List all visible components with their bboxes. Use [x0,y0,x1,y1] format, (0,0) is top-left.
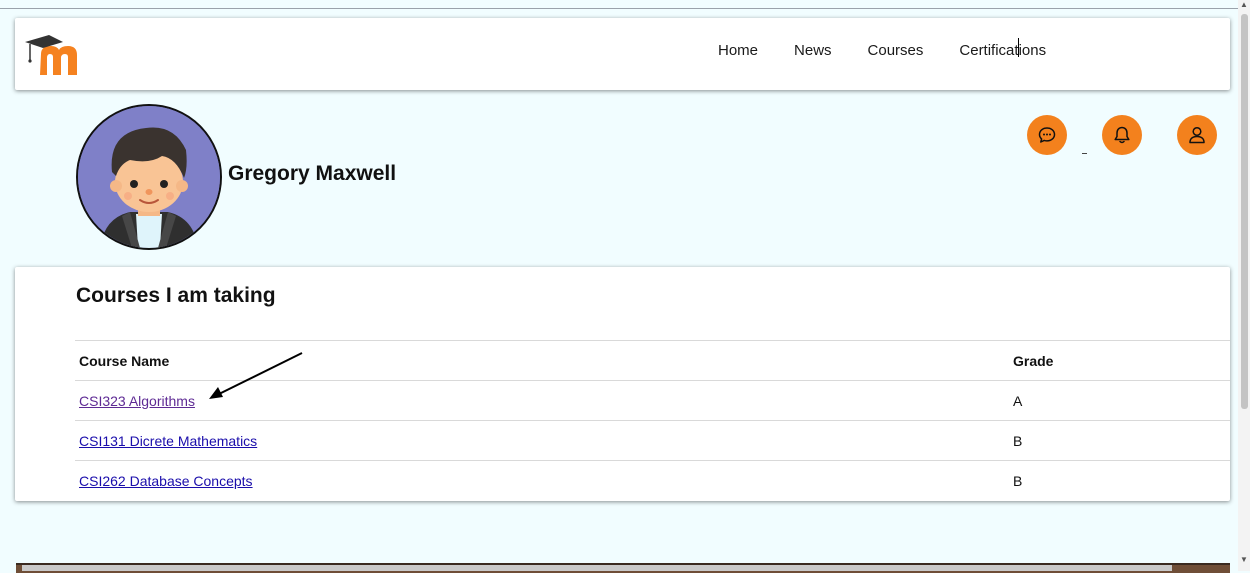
course-name-cell: CSI131 Dicrete Mathematics [75,420,1009,461]
bell-icon [1114,126,1130,144]
avatar [76,104,222,250]
scroll-up-arrow-icon[interactable]: ▲ [1240,1,1248,9]
course-link[interactable]: CSI323 Algorithms [79,393,195,409]
notifications-button[interactable] [1102,115,1142,155]
grade-cell: B [1009,460,1230,500]
window-top-border [0,8,1240,9]
nav-courses-link[interactable]: Courses [868,42,924,59]
horizontal-scrollbar[interactable] [22,565,1172,571]
nav-home-link[interactable]: Home [718,42,758,59]
grade-cell: B [1009,420,1230,461]
course-link[interactable]: CSI131 Dicrete Mathematics [79,433,257,449]
course-name-cell: CSI262 Database Concepts [75,460,1009,500]
chat-icon [1038,127,1056,143]
column-header-grade: Grade [1009,340,1230,381]
messages-button[interactable] [1027,115,1067,155]
nav-certifications-link[interactable]: Certifications [959,42,1046,59]
grade-cell: A [1009,380,1230,421]
top-navbar: Home News Courses Certifications [15,18,1230,90]
vertical-scrollbar-thumb[interactable] [1241,14,1248,409]
separator-dash [1082,153,1087,154]
text-cursor [1018,38,1019,57]
user-icon [1189,126,1205,144]
courses-heading: Courses I am taking [76,284,276,307]
table-row: CSI131 Dicrete Mathematics B [75,420,1230,461]
scroll-down-arrow-icon[interactable]: ▼ [1240,556,1248,564]
user-name: Gregory Maxwell [228,162,397,185]
moodle-logo[interactable] [23,30,83,80]
table-row: CSI262 Database Concepts B [75,460,1230,500]
courses-card: Courses I am taking Course Name Grade CS… [15,267,1230,501]
annotation-arrow [209,352,303,399]
course-link[interactable]: CSI262 Database Concepts [79,473,253,489]
nav-links: Home News Courses Certifications [718,42,1046,59]
profile-button[interactable] [1177,115,1217,155]
nav-news-link[interactable]: News [794,42,832,59]
